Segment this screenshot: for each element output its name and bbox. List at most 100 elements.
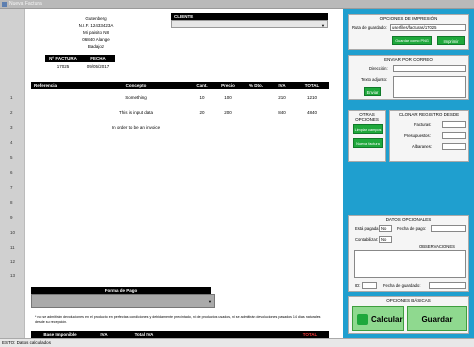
albaranes-select[interactable] [442,143,466,150]
ruta-label: Ruta de guardado: [352,25,387,30]
check-icon [357,314,368,325]
clear-fields-button[interactable]: Limpiar campos [353,124,383,134]
email-group: ENVIAR POR CORREO Dirección: Texto adjun… [348,55,469,100]
cliente-select[interactable]: ▼ [171,20,328,28]
total-iva-label: IVA [100,332,108,337]
company-block: Gutenberg N.I.F. 12433423A Mi paisito N8… [51,15,141,50]
forma-pago-select[interactable]: ▼ [31,294,215,308]
cell-total: 4840 [306,110,317,115]
email-title: ENVIAR POR CORREO [384,57,433,62]
calculate-button[interactable]: Calcular [352,306,404,331]
chevron-down-icon[interactable]: ▼ [321,23,325,28]
row-number: 7 [10,185,13,190]
title-bar: Nueva Factura [0,0,474,9]
app-icon [2,2,7,7]
cell-concepto[interactable]: Something [81,95,191,100]
presupuestos-select[interactable] [442,132,466,139]
new-invoice-button[interactable]: Nueva factura [353,138,383,148]
fecha-guardado-label: Fecha de guardado: [383,283,421,288]
row-number-gutter: 1 2 3 4 5 6 7 8 9 10 11 12 13 [0,9,24,338]
print-options-group: OPCIONES DE IMPRESIÓN Ruta de guardado: … [348,14,469,50]
send-email-button[interactable]: Enviar [364,87,381,96]
row-number: 2 [10,110,13,115]
col-iva: IVA [278,83,286,88]
print-options-title: OPCIONES DE IMPRESIÓN [379,16,438,21]
window-title: Nueva Factura [9,1,42,7]
row-number: 8 [10,200,13,205]
direccion-label: Dirección: [369,66,388,71]
cell-precio[interactable]: 100 [213,95,243,100]
cell-precio[interactable]: 200 [213,110,243,115]
col-referencia: Referencia [34,83,58,88]
cliente-header: CLIENTE [171,13,328,20]
total-total-iva-label: Total IVA [134,332,154,337]
col-total: TOTAL [304,83,320,88]
row-number: 13 [10,273,16,278]
basic-options-group: OPCIONES BÁSICAS Calcular Guardar Factur… [348,296,469,347]
company-nif: N.I.F. 12433423A [78,23,114,28]
col-concepto: Concepto [125,83,147,88]
row-number: 10 [10,230,16,235]
cell-cant[interactable]: 10 [191,95,213,100]
cell-cant[interactable]: 20 [191,110,213,115]
observaciones-input[interactable] [354,250,466,278]
basic-options-title: OPCIONES BÁSICAS [386,298,431,303]
other-options-group: OTRAS OPCIONES Limpiar campos Nueva fact… [348,110,386,162]
cell-total: 1210 [306,95,317,100]
pagada-select[interactable]: No [379,225,392,232]
invoice-sheet: Gutenberg N.I.F. 12433423A Mi paisito N8… [24,9,343,338]
fecha-pago-input[interactable] [431,225,466,232]
cell-concepto[interactable]: In order to be an invoice [81,125,191,130]
clone-group: CLONAR REGISTRO DESDE Facturas: Presupue… [389,110,469,162]
invoice-date-value[interactable]: 09/05/2017 [81,64,115,69]
optional-data-title: DATOS OPCIONALES [385,217,432,222]
status-text: ESTO: Datos calculados [2,340,51,345]
albaranes-label: Albaranes: [412,144,433,149]
clone-title: CLONAR REGISTRO DESDE [398,112,460,117]
ruta-input[interactable]: userfiles/facturas/17025 [390,24,466,31]
calculate-label: Calcular [371,315,403,324]
save-invoice-button[interactable]: Guardar Factura [407,306,467,347]
invoice-date-label: FECHA [90,56,106,61]
fecha-pago-label: Fecha de pago: [397,226,427,231]
save-png-button[interactable]: Guardar como PNG [392,36,432,45]
row-number: 6 [10,170,13,175]
id-input[interactable] [362,282,377,289]
status-bar: ESTO: Datos calculados [0,338,474,347]
adjunto-input[interactable] [393,76,466,98]
invoice-number-label: Nº FACTURA [49,56,77,61]
fecha-guardado-input[interactable] [429,282,466,289]
presupuestos-label: Presupuestos: [404,133,431,138]
company-city: 06840 Alange [82,37,110,42]
forma-pago-header: Forma de Pago [31,287,211,294]
other-options-title: OTRAS OPCIONES [355,112,379,122]
contabilizar-select[interactable]: No [379,236,392,243]
facturas-label: Facturas: [414,122,432,127]
optional-data-group: DATOS OPCIONALES Está pagada: No Fecha d… [348,215,469,292]
cell-iva: 210 [278,95,286,100]
company-street: Mi paisito N8 [82,30,109,35]
chevron-down-icon[interactable]: ▼ [208,299,212,304]
row-number: 3 [10,125,13,130]
row-number: 9 [10,215,13,220]
row-number: 1 [10,95,13,100]
facturas-select[interactable] [442,121,466,128]
cell-concepto[interactable]: This is input data [81,110,191,115]
observaciones-label: OBSERVACIONES [419,244,455,249]
col-precio: Precio [221,83,235,88]
row-number: 5 [10,155,13,160]
col-cant: Cant. [196,83,208,88]
id-label: ID: [355,283,361,288]
options-panel: OPCIONES DE IMPRESIÓN Ruta de guardado: … [343,9,474,347]
row-number: 12 [10,259,16,264]
company-province: Badajoz [87,44,105,49]
print-button[interactable]: Imprimir [437,36,465,45]
direccion-input[interactable] [393,65,466,72]
company-name: Gutenberg [85,16,107,21]
invoice-number-value[interactable]: 17025 [45,64,81,69]
disclaimer-text: * no se admitirán devoluciones en el pro… [35,315,321,324]
row-number: 4 [10,140,13,145]
adjunto-label: Texto adjunto: [361,77,388,82]
row-number: 11 [10,245,15,250]
col-dto: % Dto. [249,83,263,88]
